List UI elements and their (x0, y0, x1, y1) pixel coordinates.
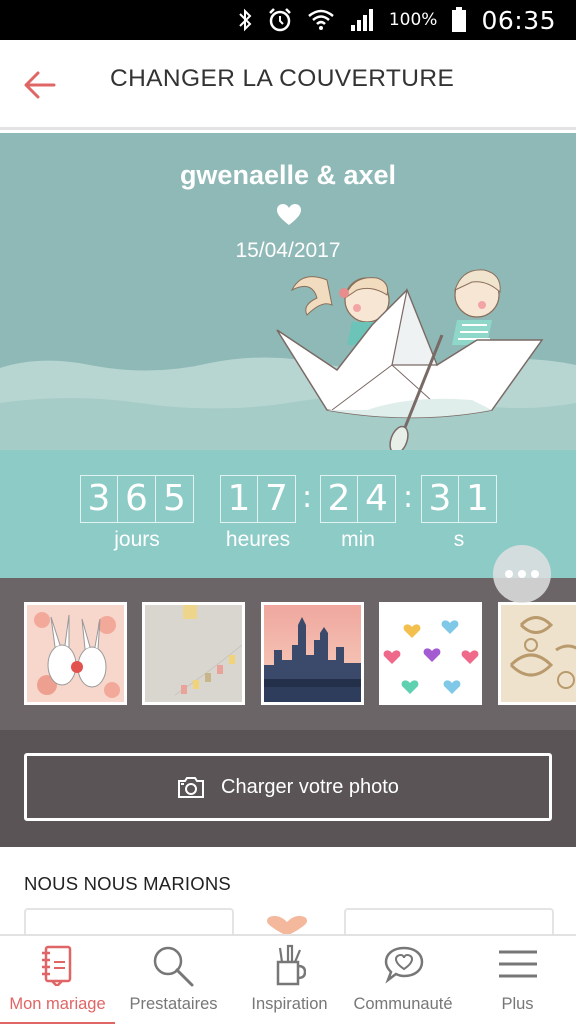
countdown-hours: 1 7 (220, 475, 296, 523)
countdown-digit: 5 (156, 475, 194, 523)
theme-thumbnail-hearts[interactable] (379, 602, 482, 705)
nav-item-inspiration[interactable]: Inspiration (232, 936, 347, 1024)
nav-label: Mon mariage (9, 995, 106, 1013)
theme-thumbnail-bunnies[interactable] (24, 602, 127, 705)
nav-item-plus[interactable]: Plus (459, 936, 576, 1024)
countdown-digit: 2 (320, 475, 358, 523)
countdown-digit: 1 (459, 475, 497, 523)
status-bar: 100% 06:35 (0, 0, 576, 40)
countdown-digit: 4 (358, 475, 396, 523)
clock: 06:35 (481, 5, 556, 35)
countdown-separator: : (403, 480, 414, 515)
dot-icon (505, 570, 513, 578)
app-header: CHANGER LA COUVERTURE (0, 40, 576, 130)
page-title: CHANGER LA COUVERTURE (110, 65, 455, 92)
countdown-digit: 6 (118, 475, 156, 523)
countdown-label-days: jours (114, 528, 160, 551)
alarm-icon (268, 8, 291, 32)
bluetooth-icon (239, 8, 252, 32)
arrow-left-icon[interactable] (22, 68, 58, 102)
theme-thumbnail-garland[interactable] (142, 602, 245, 705)
heart-icon (277, 204, 301, 225)
upload-section: Charger votre photo (0, 730, 576, 847)
countdown-minutes: 2 4 (320, 475, 396, 523)
chat-heart-icon (384, 946, 424, 984)
couple-names: gwenaelle & axel (179, 160, 397, 190)
nav-item-prestataires[interactable]: Prestataires (115, 936, 232, 1024)
countdown-digit: 1 (220, 475, 258, 523)
countdown-days: 3 6 5 (80, 475, 194, 523)
search-icon (153, 946, 194, 987)
countdown-separator: : (302, 480, 313, 515)
menu-icon (499, 950, 537, 978)
countdown-digit: 7 (258, 475, 296, 523)
paper-boat-couple-illustration (276, 269, 544, 455)
nav-item-mon-mariage[interactable]: Mon mariage (0, 936, 115, 1024)
battery-icon (452, 7, 467, 32)
section-title: NOUS NOUS MARIONS (24, 873, 231, 894)
dot-icon (518, 570, 526, 578)
nav-label: Communauté (353, 995, 453, 1013)
pencil-cup-icon (276, 944, 306, 986)
signal-icon (350, 9, 373, 31)
upload-photo-button[interactable]: Charger votre photo (24, 753, 552, 821)
bottom-navigation: Mon mariage Prestataires Inspiration Com… (0, 934, 576, 1024)
wifi-icon (308, 9, 334, 30)
countdown: 3 6 5 1 7 : 2 4 : 3 1 jours heures min s (0, 450, 576, 578)
countdown-label-seconds: s (453, 528, 465, 551)
theme-thumbnail-damask[interactable] (498, 602, 576, 705)
theme-thumbnail-city[interactable] (261, 602, 364, 705)
camera-icon (178, 777, 205, 798)
cover-preview: gwenaelle & axel 15/04/2017 3 6 5 1 7: … (0, 133, 576, 578)
countdown-digit: 3 (421, 475, 459, 523)
dot-icon (531, 570, 539, 578)
battery-percent: 100% (388, 10, 438, 30)
heart-icon (267, 916, 307, 936)
nav-label: Inspiration (251, 995, 328, 1013)
notebook-icon (42, 945, 72, 986)
more-options-button[interactable] (493, 545, 551, 603)
cover-theme-strip[interactable] (0, 578, 576, 730)
nav-label: Plus (501, 995, 534, 1013)
upload-photo-label: Charger votre photo (221, 775, 399, 798)
countdown-digit: 3 (80, 475, 118, 523)
nav-item-communaute[interactable]: Communauté (347, 936, 459, 1024)
nav-label: Prestataires (129, 995, 218, 1013)
countdown-seconds: 3 1 (421, 475, 497, 523)
